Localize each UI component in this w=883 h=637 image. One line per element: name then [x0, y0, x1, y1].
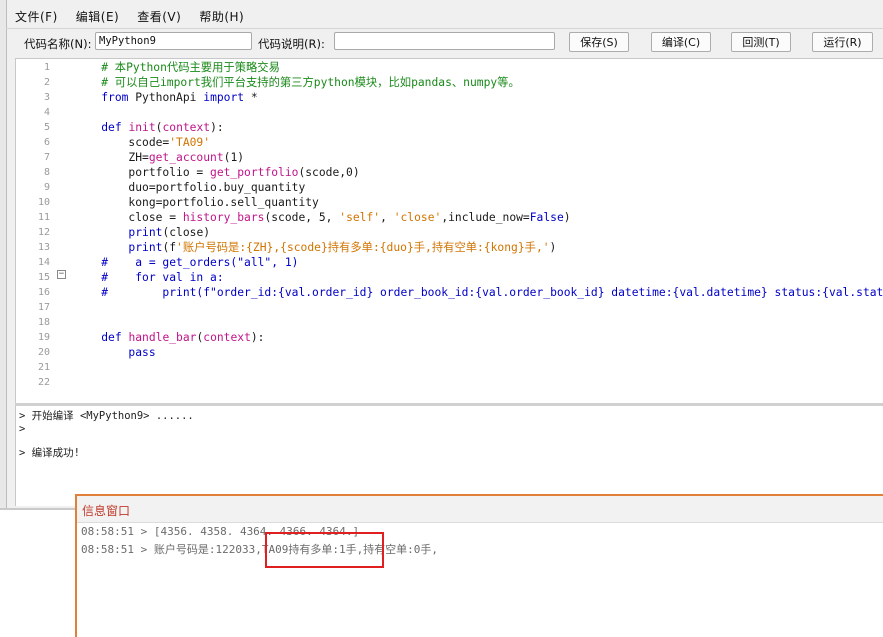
compile-button[interactable]: 编译(C) — [651, 32, 711, 52]
code-line[interactable]: ZH=get_account(1) — [74, 150, 244, 165]
line-number: 14 — [37, 257, 50, 268]
line-number: 16 — [37, 287, 50, 298]
run-button[interactable]: 运行(R) — [812, 32, 873, 52]
code-name-label: 代码名称(N): — [24, 37, 92, 51]
highlight-box — [265, 532, 384, 568]
info-window-titlebar[interactable]: 信息窗口 — [77, 496, 883, 523]
menu-file[interactable]: 文件(F) — [6, 8, 67, 25]
menu-help[interactable]: 帮助(H) — [190, 8, 253, 25]
line-number: 19 — [37, 332, 50, 343]
code-desc-input[interactable] — [334, 32, 555, 50]
line-number: 20 — [37, 347, 50, 358]
code-line[interactable]: duo=portfolio.buy_quantity — [74, 180, 305, 195]
code-area[interactable]: # 本Python代码主要用于策略交易 # 可以自己import我们平台支持的第… — [74, 59, 883, 404]
line-number: 4 — [43, 107, 50, 118]
code-line[interactable]: # a = get_orders("all", 1) — [74, 255, 298, 270]
backtest-button[interactable]: 回测(T) — [731, 32, 791, 52]
line-number-gutter: 1 2 3 4 5 6 7 8 9 10 11 12 13 14 15 16 17 18 19 20 21 22 — [16, 59, 50, 404]
info-line: 08:58:51 > 账户号码是:122033,TA09持有多单:1手,持有空单… — [81, 543, 439, 556]
line-number: 11 — [37, 212, 50, 223]
menubar-divider — [6, 28, 883, 29]
code-editor[interactable]: 1 2 3 4 5 6 7 8 9 10 11 12 13 14 15 16 17 18 19 20 21 22 − # … — [15, 58, 883, 404]
code-name-input[interactable]: MyPython9 — [95, 32, 252, 50]
line-number: 6 — [43, 137, 50, 148]
output-line: > 编译成功! — [19, 447, 80, 459]
menu-edit[interactable]: 编辑(E) — [67, 8, 128, 25]
code-desc-label: 代码说明(R): — [258, 37, 325, 51]
line-number: 2 — [43, 77, 50, 88]
window-edge — [0, 0, 7, 510]
output-line: > — [19, 423, 26, 435]
code-line[interactable]: # print(f"order_id:{val.order_id} order_… — [74, 285, 883, 300]
save-button[interactable]: 保存(S) — [569, 32, 629, 52]
info-window: 信息窗口 08:58:51 > [4356. 4358. 4364. 4366.… — [75, 494, 883, 637]
code-line[interactable]: # 本Python代码主要用于策略交易 — [74, 60, 280, 75]
line-number: 17 — [37, 302, 50, 313]
line-number: 3 — [43, 92, 50, 103]
fold-column — [53, 59, 65, 404]
line-number: 18 — [37, 317, 50, 328]
code-line[interactable]: # for val in a: — [74, 270, 223, 285]
code-line[interactable]: pass — [74, 345, 155, 360]
menubar: 文件(F) 编辑(E) 查看(V) 帮助(H) — [6, 4, 883, 28]
toolbar: 代码名称(N): MyPython9 代码说明(R): 保存(S) 编译(C) … — [6, 30, 883, 56]
code-line[interactable]: def handle_bar(context): — [74, 330, 264, 345]
line-number: 8 — [43, 167, 50, 178]
line-number: 12 — [37, 227, 50, 238]
line-number: 15 — [37, 272, 50, 283]
info-window-title: 信息窗口 — [82, 504, 131, 518]
compile-output-panel: > 开始编译 <MyPython9> ...... > > 编译成功! — [15, 406, 883, 506]
output-line: > 开始编译 <MyPython9> ...... — [19, 410, 194, 422]
code-line[interactable]: print(close) — [74, 225, 210, 240]
main-window: 文件(F) 编辑(E) 查看(V) 帮助(H) 代码名称(N): MyPytho… — [0, 0, 883, 510]
line-number: 10 — [37, 197, 50, 208]
window-bottom-edge — [0, 508, 80, 510]
line-number: 21 — [37, 362, 50, 373]
menu-view[interactable]: 查看(V) — [128, 8, 190, 25]
code-line[interactable]: from PythonApi import * — [74, 90, 257, 105]
code-line[interactable]: kong=portfolio.sell_quantity — [74, 195, 318, 210]
code-line[interactable]: scode='TA09' — [74, 135, 210, 150]
fold-toggle-icon[interactable]: − — [57, 270, 66, 279]
code-line[interactable]: close = history_bars(scode, 5, 'self', '… — [74, 210, 570, 225]
line-number: 9 — [43, 182, 50, 193]
line-number: 7 — [43, 152, 50, 163]
line-number: 5 — [43, 122, 50, 133]
line-number: 1 — [43, 62, 50, 73]
line-number: 22 — [37, 377, 50, 388]
code-line[interactable]: portfolio = get_portfolio(scode,0) — [74, 165, 359, 180]
line-number: 13 — [37, 242, 50, 253]
code-line[interactable]: print(f'账户号码是:{ZH},{scode}持有多单:{duo}手,持有… — [74, 240, 556, 255]
code-line[interactable]: # 可以自己import我们平台支持的第三方python模块，比如pandas、… — [74, 75, 520, 90]
code-line[interactable]: def init(context): — [74, 120, 223, 135]
